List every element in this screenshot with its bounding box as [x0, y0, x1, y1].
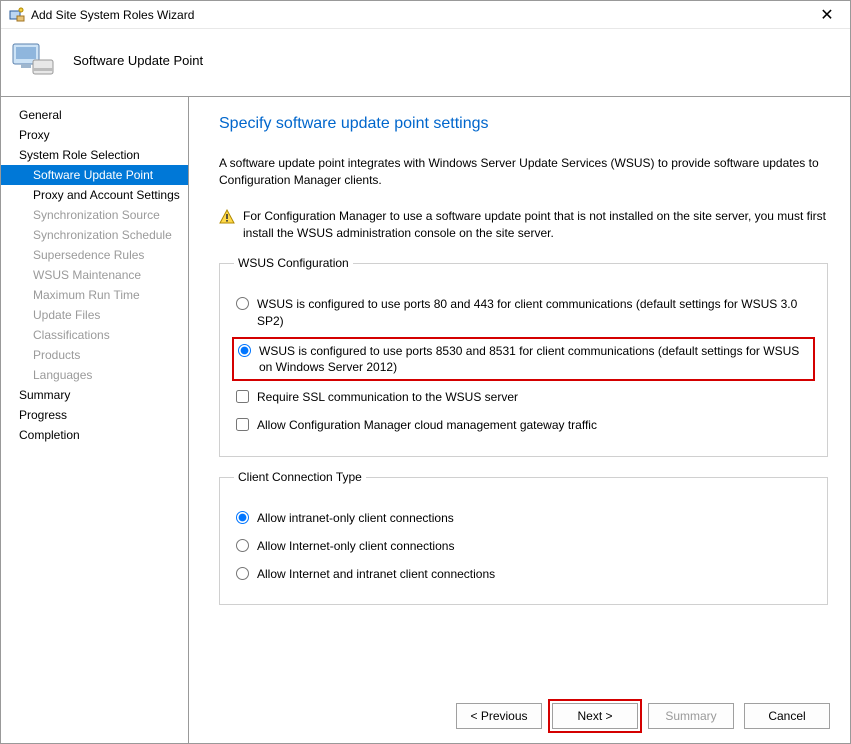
require-ssl-label: Require SSL communication to the WSUS se… — [257, 389, 518, 405]
group-wsus-legend: WSUS Configuration — [234, 256, 353, 270]
summary-button[interactable]: Summary — [648, 703, 734, 729]
sidebar-item-completion[interactable]: Completion — [1, 425, 188, 445]
warning-row: For Configuration Manager to use a softw… — [219, 208, 828, 242]
warning-text: For Configuration Manager to use a softw… — [243, 208, 828, 242]
header-computer-icon — [11, 38, 57, 84]
sidebar-item-classifications: Classifications — [1, 325, 188, 345]
sidebar-item-wsus-maintenance: WSUS Maintenance — [1, 265, 188, 285]
sidebar-item-update-files: Update Files — [1, 305, 188, 325]
internet-only-row[interactable]: Allow Internet-only client connections — [234, 532, 813, 560]
window-title: Add Site System Roles Wizard — [31, 8, 812, 22]
sidebar-item-proxy[interactable]: Proxy — [1, 125, 188, 145]
titlebar: Add Site System Roles Wizard ✕ — [1, 1, 850, 29]
sidebar-item-system-role-selection[interactable]: System Role Selection — [1, 145, 188, 165]
sidebar-item-software-update-point[interactable]: Software Update Point — [1, 165, 188, 185]
intranet-only-label: Allow intranet-only client connections — [257, 510, 454, 526]
both-conn-row[interactable]: Allow Internet and intranet client conne… — [234, 560, 813, 588]
sidebar-item-maximum-run-time: Maximum Run Time — [1, 285, 188, 305]
wsus-ports-8530-8531-radio[interactable] — [238, 344, 251, 357]
allow-cmg-row[interactable]: Allow Configuration Manager cloud manage… — [234, 411, 813, 439]
group-wsus-configuration: WSUS Configuration WSUS is configured to… — [219, 263, 828, 456]
sidebar-item-progress[interactable]: Progress — [1, 405, 188, 425]
sidebar-item-products: Products — [1, 345, 188, 365]
wsus-ports-8530-8531-label: WSUS is configured to use ports 8530 and… — [259, 343, 811, 375]
wsus-ports-8530-8531-row[interactable]: WSUS is configured to use ports 8530 and… — [232, 337, 815, 381]
wizard-footer: < Previous Next > Summary Cancel — [189, 693, 850, 743]
close-icon[interactable]: ✕ — [812, 5, 842, 25]
wizard-icon — [9, 7, 25, 23]
sidebar-item-synchronization-schedule: Synchronization Schedule — [1, 225, 188, 245]
both-conn-radio[interactable] — [236, 567, 249, 580]
sidebar-item-proxy-and-account-settings[interactable]: Proxy and Account Settings — [1, 185, 188, 205]
internet-only-radio[interactable] — [236, 539, 249, 552]
wizard-header: Software Update Point — [1, 29, 850, 97]
internet-only-label: Allow Internet-only client connections — [257, 538, 454, 554]
sidebar-item-languages: Languages — [1, 365, 188, 385]
next-button[interactable]: Next > — [552, 703, 638, 729]
wsus-ports-80-443-label: WSUS is configured to use ports 80 and 4… — [257, 296, 813, 328]
cancel-button[interactable]: Cancel — [744, 703, 830, 729]
sidebar-item-summary[interactable]: Summary — [1, 385, 188, 405]
wsus-ports-80-443-row[interactable]: WSUS is configured to use ports 80 and 4… — [234, 290, 813, 334]
require-ssl-checkbox[interactable] — [236, 390, 249, 403]
intro-text: A software update point integrates with … — [219, 155, 828, 190]
wizard-step-title: Software Update Point — [73, 53, 203, 68]
wsus-ports-80-443-radio[interactable] — [236, 297, 249, 310]
wizard-sidebar: GeneralProxySystem Role SelectionSoftwar… — [1, 97, 189, 743]
wizard-content: Specify software update point settings A… — [189, 97, 850, 743]
content-inner: Specify software update point settings A… — [189, 97, 850, 693]
wizard-body: GeneralProxySystem Role SelectionSoftwar… — [1, 97, 850, 743]
sidebar-item-supersedence-rules: Supersedence Rules — [1, 245, 188, 265]
group-conn-legend: Client Connection Type — [234, 470, 366, 484]
page-title: Specify software update point settings — [219, 115, 828, 133]
intranet-only-radio[interactable] — [236, 511, 249, 524]
sidebar-item-general[interactable]: General — [1, 105, 188, 125]
intranet-only-row[interactable]: Allow intranet-only client connections — [234, 504, 813, 532]
require-ssl-row[interactable]: Require SSL communication to the WSUS se… — [234, 383, 813, 411]
previous-button[interactable]: < Previous — [456, 703, 542, 729]
allow-cmg-label: Allow Configuration Manager cloud manage… — [257, 417, 597, 433]
group-client-connection: Client Connection Type Allow intranet-on… — [219, 477, 828, 606]
allow-cmg-checkbox[interactable] — [236, 418, 249, 431]
warning-icon — [219, 209, 235, 225]
sidebar-item-synchronization-source: Synchronization Source — [1, 205, 188, 225]
both-conn-label: Allow Internet and intranet client conne… — [257, 566, 495, 582]
